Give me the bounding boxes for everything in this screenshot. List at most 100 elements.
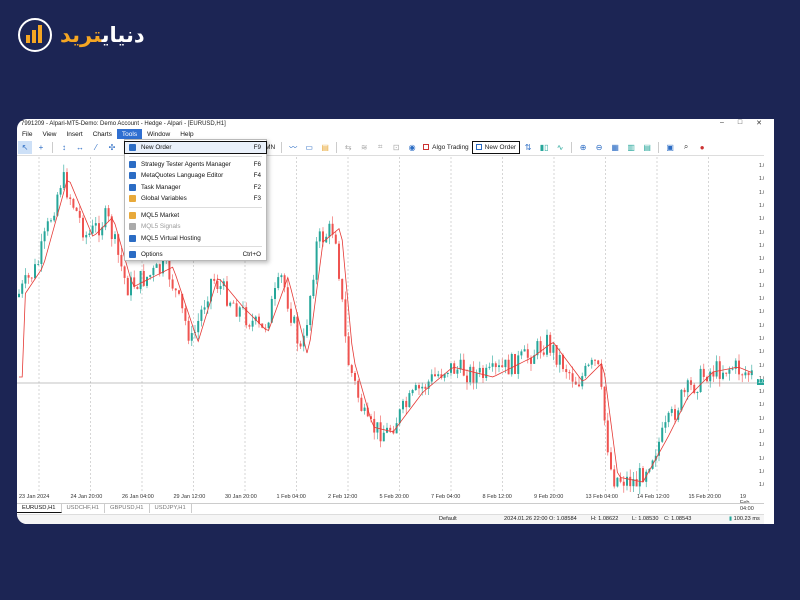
candle-body [155,264,158,268]
candle-body [75,207,78,211]
candle-body [43,231,46,242]
candle-body [523,349,526,352]
new-order-icon [475,144,482,150]
candle-body [306,325,308,336]
candle-body [21,283,24,294]
time-label: 15 Feb 20:00 [688,494,721,500]
candle-body [347,336,350,366]
tools-item-new-order[interactable]: New Order F9 [124,141,267,154]
candle-body [30,277,33,279]
signals-icon[interactable]: ⊡ [389,141,403,154]
candle-body [635,479,638,487]
notifications-icon[interactable]: ● [695,141,709,154]
time-label: 9 Feb 20:00 [534,494,564,500]
autoscroll-icon[interactable]: ▥ [624,141,638,154]
cursor-icon[interactable]: ↖ [18,140,32,154]
candle-body [69,197,72,199]
candles-icon[interactable]: ▮▯ [537,141,551,154]
shapes-icon[interactable]: ✣ [105,141,119,154]
menu-window[interactable]: Window [142,129,175,139]
menu-tools[interactable]: Tools [116,129,143,139]
candle-body [229,302,232,306]
chart-type-icon[interactable]: 〰 [286,141,300,154]
tools-item-options[interactable]: Options Ctrl+O [125,249,266,260]
chart-tab[interactable]: EURUSD,H1 [17,504,62,513]
signals-icon [129,223,136,230]
trendline-icon[interactable]: ⁄ [89,141,103,154]
time-label: 23 Jan 2024 [19,494,50,500]
zoom-in-icon[interactable]: ⊕ [576,141,590,154]
line-chart-icon[interactable]: ∿ [553,141,567,154]
tools-item-label: Options [141,251,163,258]
sync-icon[interactable]: ⇆ [341,141,355,154]
candle-body [638,468,641,487]
hosting-icon [129,234,136,242]
candle-body [171,279,174,289]
candle-body [603,386,606,421]
grid-icon[interactable]: ▦ [608,141,622,154]
chart-shift-icon[interactable]: ▤ [640,141,654,154]
status-close: C: 1.08543 [664,516,692,522]
price-label: 1.08440 [759,282,774,289]
candle-body [296,316,299,344]
price-label: 1.08820 [759,229,774,236]
candle-body [597,360,600,365]
close-button[interactable]: ✕ [756,119,762,127]
chart-tab[interactable]: USDJPY,H1 [150,504,192,513]
tools-item-global-variables[interactable]: Global Variables F3 [125,193,266,204]
crosshair-icon[interactable]: + [34,141,48,154]
tools-item-mql5-virtual-hosting[interactable]: MQL5 Virtual Hosting [125,233,266,244]
editor-icon [129,172,136,179]
candle-body [747,372,750,376]
candle-body [418,385,420,389]
menu-insert[interactable]: Insert [61,129,87,139]
tools-item-mql5-signals: MQL5 Signals [125,221,266,232]
script-icon[interactable]: ▤ [318,141,332,154]
candle-body [344,299,347,337]
vertical-line-icon[interactable]: ↕ [57,141,71,154]
menu-view[interactable]: View [37,129,61,139]
candle-body [389,427,392,431]
zoom-out-icon[interactable]: ⊖ [592,141,606,154]
horizontal-line-icon[interactable]: ↔ [73,141,87,154]
candle-body [571,373,574,382]
candle-body [565,369,568,373]
menu-charts[interactable]: Charts [88,129,117,139]
search-icon[interactable]: ⌕ [679,141,693,154]
candle-body [322,231,324,243]
depth-of-market-icon[interactable]: ⇅ [521,141,535,154]
menu-help[interactable]: Help [175,129,198,139]
maximize-button[interactable]: □ [738,119,742,127]
market-icon [129,211,136,219]
new-order-button[interactable]: New Order [471,140,521,154]
candle-body [424,386,427,389]
candle-body [667,412,670,423]
tools-item-strategy-tester-agents-manager[interactable]: Strategy Tester Agents Manager F6 [125,159,266,170]
chart-tab[interactable]: GBPUSD,H1 [105,504,150,513]
shortcut-label: F9 [253,144,261,151]
price-label: 1.08060 [759,335,774,342]
tools-item-task-manager[interactable]: Task Manager F2 [125,182,266,193]
time-label: 24 Jan 20:00 [70,494,103,500]
menu-file[interactable]: File [17,129,37,139]
price-label: 1.07015 [759,482,774,489]
market-icon[interactable]: ◉ [405,141,419,154]
candle-body [158,264,161,274]
algo-trading-button[interactable]: Algo Trading [420,141,472,154]
time-label: 26 Jan 04:00 [122,494,154,500]
template-icon[interactable]: ▭ [302,141,316,154]
candle-body [485,367,488,378]
experts-icon[interactable]: ⌗ [373,141,387,154]
candle-body [629,476,632,487]
price-label: 1.09010 [759,202,774,209]
minimize-button[interactable]: – [720,119,724,127]
indicators-icon[interactable]: ≋ [357,141,371,154]
tools-item-metaquotes-language-editor[interactable]: MetaQuotes Language Editor F4 [125,170,266,181]
tools-item-mql5-market[interactable]: MQL5 Market [125,210,266,221]
candle-body [136,286,139,290]
chart-tab[interactable]: USDCHF,H1 [62,504,106,513]
candle-body [594,359,596,361]
screenshot-icon[interactable]: ▣ [663,141,677,154]
candle-body [146,276,148,286]
candle-body [587,364,590,366]
